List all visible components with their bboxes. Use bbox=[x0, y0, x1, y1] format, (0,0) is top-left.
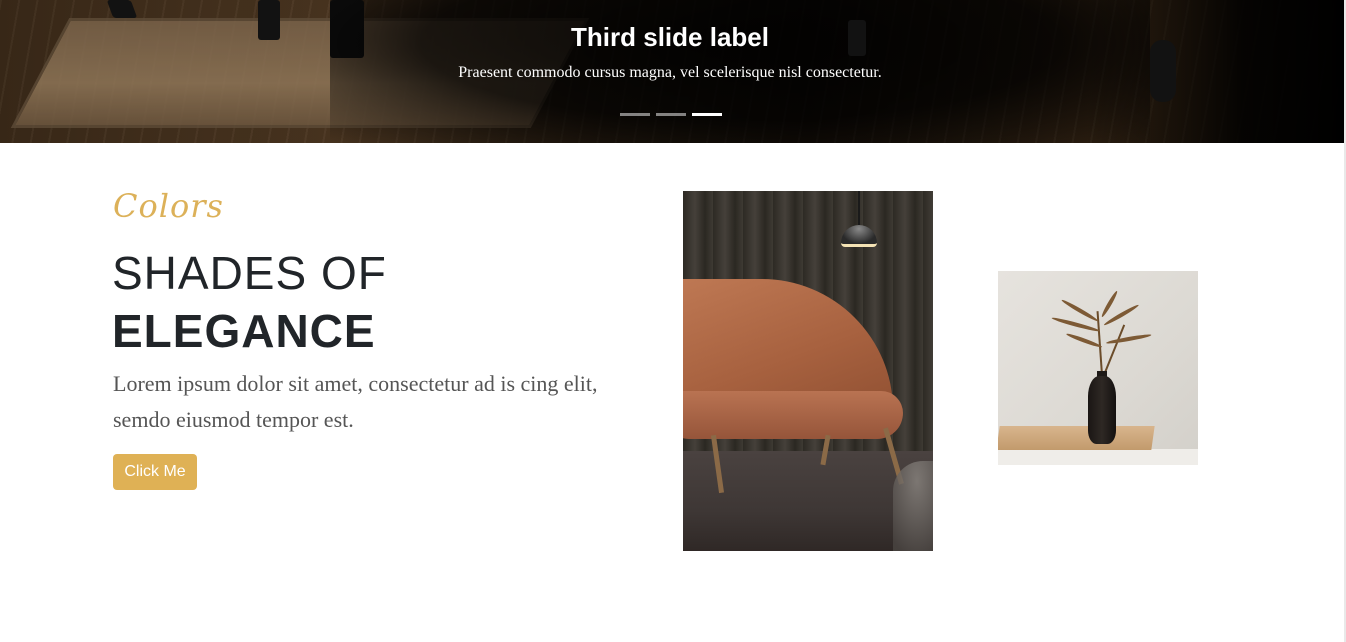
vase-photo-shelf bbox=[998, 426, 1155, 450]
click-me-button[interactable]: Click Me bbox=[113, 454, 197, 490]
headline-line-2: ELEGANCE bbox=[112, 305, 376, 357]
vase-photo-leaf bbox=[1100, 290, 1119, 318]
carousel-indicator-3[interactable] bbox=[692, 113, 722, 116]
vase-photo-surface bbox=[998, 449, 1198, 465]
carousel-caption-text: Praesent commodo cursus magna, vel scele… bbox=[458, 64, 882, 81]
carousel-indicator-1[interactable] bbox=[620, 113, 650, 116]
headline-line-1: SHADES OF bbox=[112, 247, 387, 299]
vase-photo-leaf bbox=[1105, 333, 1152, 345]
sofa-photo-lamp-cord bbox=[858, 191, 860, 225]
section-lead-text: Lorem ipsum dolor sit amet, consectetur … bbox=[113, 371, 598, 432]
sofa-photo-sofa-seat bbox=[683, 391, 903, 439]
vase-photo-stem bbox=[1103, 324, 1126, 376]
vase-photo-vase bbox=[1088, 376, 1116, 444]
carousel-indicator-2[interactable] bbox=[656, 113, 686, 116]
vase-photo-leaf bbox=[1065, 332, 1103, 349]
sofa-photo bbox=[683, 191, 933, 551]
carousel-caption-title: Third slide label bbox=[571, 22, 769, 52]
section-headline: SHADES OF ELEGANCE bbox=[112, 244, 387, 360]
hero-carousel: Third slide label Praesent commodo cursu… bbox=[0, 0, 1346, 143]
sofa-photo-side-table bbox=[893, 461, 933, 551]
carousel-caption: Third slide label Praesent commodo cursu… bbox=[0, 18, 1340, 84]
carousel-indicators bbox=[620, 113, 722, 116]
section-eyebrow: Colors bbox=[113, 187, 224, 225]
vase-photo-leaf bbox=[1060, 298, 1099, 323]
vase-photo bbox=[998, 271, 1198, 465]
